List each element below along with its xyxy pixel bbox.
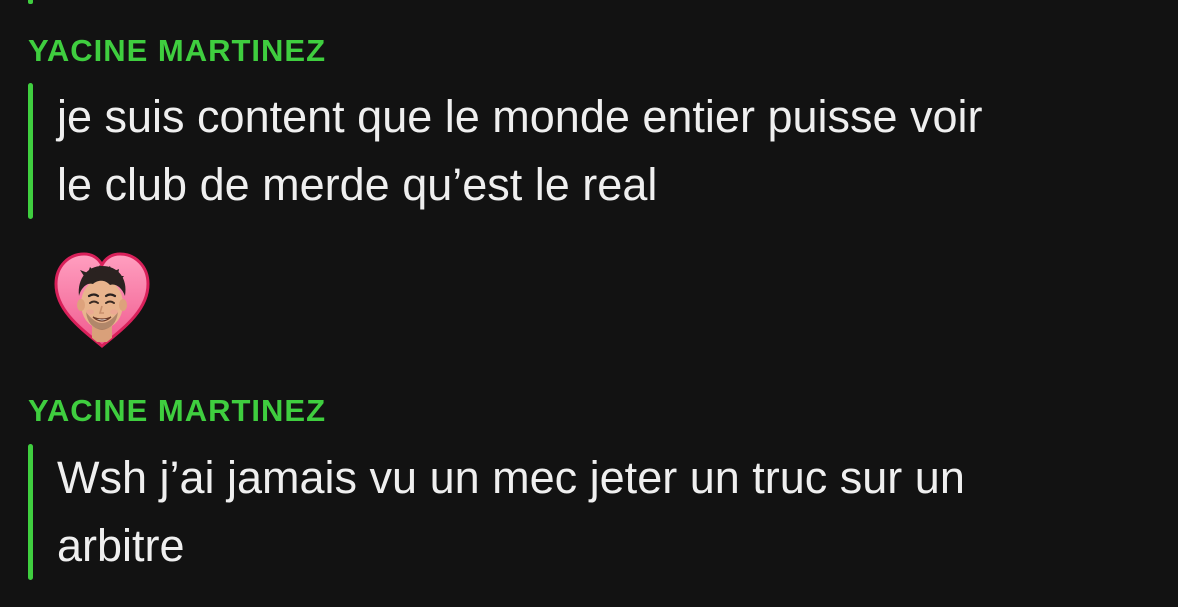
message-bubble[interactable]: Wsh j’ai jamais vu un mec jeter un truc …: [28, 444, 1158, 580]
message-text: Wsh j’ai jamais vu un mec jeter un truc …: [57, 452, 965, 571]
chat-view: YACINE MARTINEZ je suis content que le m…: [0, 0, 1178, 607]
sender-name[interactable]: YACINE MARTINEZ: [28, 395, 326, 426]
previous-message-bar: [28, 0, 33, 4]
message-bubble[interactable]: je suis content que le monde entier puis…: [28, 83, 1158, 219]
heart-bitmoji-icon[interactable]: [50, 250, 154, 350]
message-accent-bar: [28, 444, 33, 580]
sender-name[interactable]: YACINE MARTINEZ: [28, 35, 326, 66]
message-accent-bar: [28, 83, 33, 219]
message-text: je suis content que le monde entier puis…: [57, 91, 983, 210]
